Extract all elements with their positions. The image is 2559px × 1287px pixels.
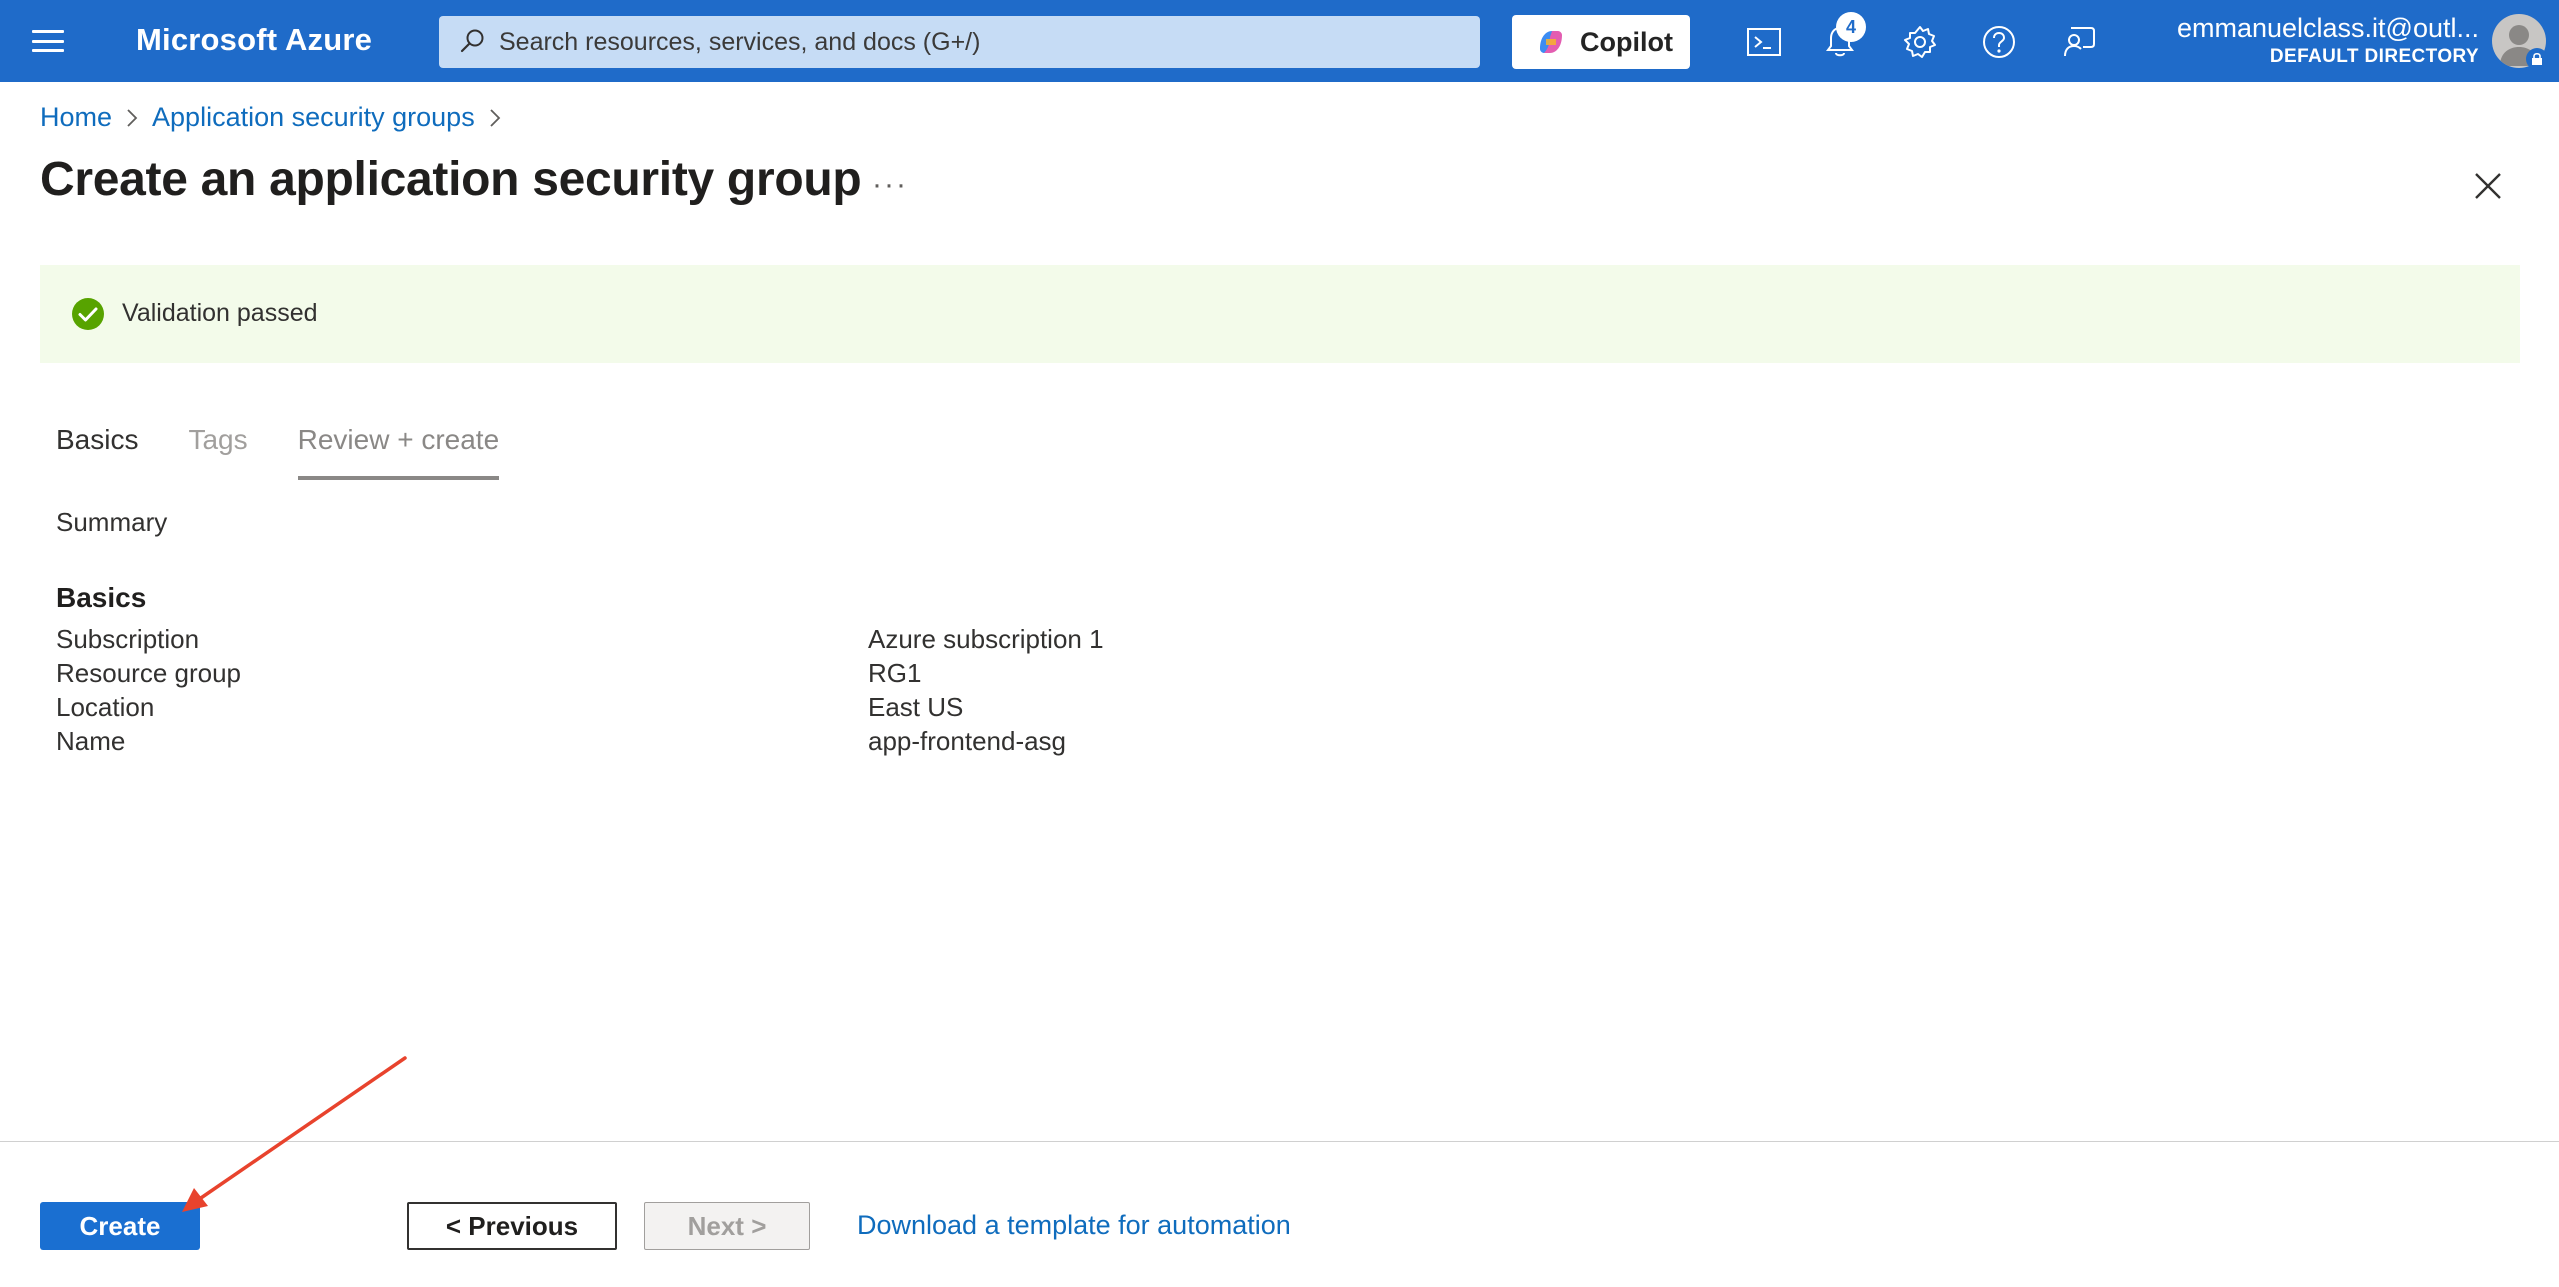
resource-group-label: Resource group <box>56 658 241 688</box>
chevron-right-icon <box>489 108 501 128</box>
search-input[interactable] <box>499 24 1459 60</box>
breadcrumb-home[interactable]: Home <box>40 102 112 133</box>
copilot-label: Copilot <box>1580 26 1673 57</box>
wizard-tabs: Basics Tags Review + create <box>56 424 549 480</box>
chevron-right-icon <box>126 108 138 128</box>
more-options-icon[interactable]: ··· <box>872 168 908 202</box>
search-box[interactable] <box>439 16 1480 68</box>
account-directory: DEFAULT DIRECTORY <box>2269 46 2479 67</box>
previous-button[interactable]: < Previous <box>407 1202 617 1250</box>
tab-basics[interactable]: Basics <box>56 424 138 480</box>
resource-group-value: RG1 <box>868 658 922 688</box>
feedback-icon[interactable] <box>2057 20 2101 64</box>
validation-message: Validation passed <box>122 299 318 327</box>
check-circle-icon <box>72 298 104 330</box>
page-title: Create an application security group <box>40 153 862 206</box>
download-template-link[interactable]: Download a template for automation <box>857 1210 1291 1241</box>
close-icon[interactable] <box>2468 166 2508 206</box>
name-label: Name <box>56 726 126 756</box>
account-info[interactable]: emmanuelclass.it@outl... DEFAULT DIRECTO… <box>2177 12 2479 70</box>
validation-banner: Validation passed <box>40 265 2520 363</box>
breadcrumb-application-security-groups[interactable]: Application security groups <box>152 102 475 133</box>
hamburger-icon[interactable] <box>28 24 68 58</box>
location-label: Location <box>56 692 155 722</box>
tab-review-create[interactable]: Review + create <box>297 424 500 480</box>
search-icon <box>460 29 484 53</box>
basics-section-title: Basics <box>56 582 147 613</box>
copilot-logo-icon <box>1540 31 1562 53</box>
tab-tags[interactable]: Tags <box>188 424 247 480</box>
notification-badge: 4 <box>1836 12 1866 42</box>
copilot-button[interactable]: Copilot <box>1512 15 1690 69</box>
subscription-value: Azure subscription 1 <box>868 624 1104 654</box>
breadcrumb: Home Application security groups <box>40 102 515 133</box>
lock-icon <box>2526 48 2548 70</box>
help-icon[interactable] <box>1977 20 2021 64</box>
gear-icon[interactable] <box>1898 20 1942 64</box>
cloud-shell-icon[interactable] <box>1742 20 1786 64</box>
location-value: East US <box>868 692 964 722</box>
subscription-label: Subscription <box>56 624 200 654</box>
annotation-arrow-icon <box>182 1056 407 1212</box>
brand-title[interactable]: Microsoft Azure <box>136 22 372 58</box>
next-button: Next > <box>644 1202 810 1250</box>
top-navigation-bar: Microsoft Azure Copilot 4 <box>0 0 2559 82</box>
name-value: app-frontend-asg <box>868 726 1067 756</box>
account-email: emmanuelclass.it@outl... <box>2176 13 2479 43</box>
summary-heading: Summary <box>56 507 168 537</box>
